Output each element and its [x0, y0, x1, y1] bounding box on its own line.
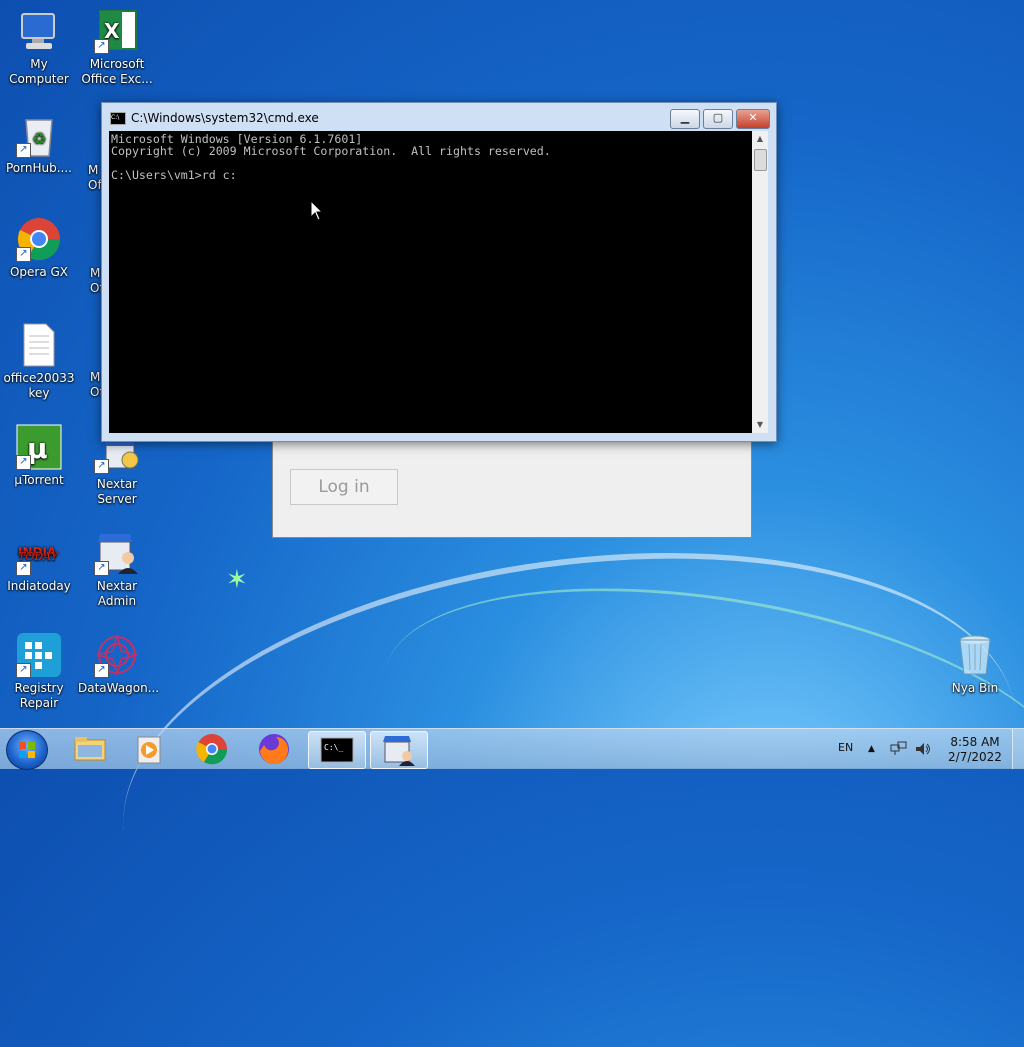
login-window: Log in — [272, 430, 752, 538]
taskbar-firefox[interactable] — [246, 731, 302, 767]
taskbar-chrome[interactable] — [184, 731, 240, 767]
shortcut-arrow-icon: ↗ — [94, 561, 109, 576]
desktop-icon-label: M — [90, 370, 101, 384]
nextar-icon — [383, 736, 415, 766]
desktop-icon-nya-bin[interactable]: Nya Bin — [936, 632, 1014, 696]
console-prompt-line: C:\Users\vm1>rd c: — [111, 168, 237, 182]
taskbar-cmd[interactable]: C:\_ — [308, 731, 366, 769]
text-file-icon — [16, 322, 62, 368]
vertical-scrollbar[interactable]: ▲ ▼ — [752, 131, 768, 433]
desktop-icon-excel[interactable]: X ↗ Microsoft Office Exc... — [78, 8, 156, 87]
desktop-icon-utorrent[interactable]: µ ↗ µTorrent — [0, 424, 78, 488]
maximize-icon: ▢ — [712, 111, 724, 124]
system-clock[interactable]: 8:58 AM 2/7/2022 — [940, 735, 1010, 765]
desktop-icon-label: Indiatoday — [7, 579, 71, 593]
computer-icon — [16, 8, 62, 54]
cmd-window[interactable]: C:\ C:\Windows\system32\cmd.exe ▁ ▢ ✕ Mi… — [101, 102, 777, 442]
desktop-icon-label: M — [90, 266, 101, 280]
chrome-icon: ↗ — [16, 216, 62, 262]
desktop-icon-nextar-admin[interactable]: ↗ Nextar Admin — [78, 530, 156, 609]
recycle-bin-full-icon: ♻ ↗ — [16, 112, 62, 158]
show-hidden-icons-chevron-icon[interactable]: ▲ — [868, 729, 880, 769]
wallpaper-leaf: ✶ — [226, 565, 248, 595]
nextar-admin-icon: ↗ — [94, 530, 140, 576]
clock-time: 8:58 AM — [950, 735, 1000, 749]
shortcut-arrow-icon: ↗ — [94, 459, 109, 474]
desktop-icon-my-computer[interactable]: My Computer — [0, 8, 78, 87]
desktop-icon-label: µTorrent — [14, 473, 64, 487]
datawagon-icon: ↗ — [94, 632, 140, 678]
desktop-icon-label: Nextar Server — [96, 477, 138, 506]
language-indicator[interactable]: EN — [838, 729, 858, 769]
login-button[interactable]: Log in — [290, 469, 398, 505]
india-today-icon: INDIA TODAY ↗ — [16, 530, 62, 576]
svg-text:♻: ♻ — [32, 129, 46, 148]
shortcut-arrow-icon: ↗ — [16, 663, 31, 678]
cmd-title-bar[interactable]: C:\ C:\Windows\system32\cmd.exe ▁ ▢ ✕ — [102, 103, 776, 131]
maximize-button[interactable]: ▢ — [703, 109, 733, 129]
desktop-icon-label: DataWagon... — [78, 681, 160, 695]
shortcut-arrow-icon: ↗ — [94, 663, 109, 678]
console-output[interactable]: Microsoft Windows [Version 6.1.7601] Cop… — [109, 131, 752, 433]
show-desktop-button[interactable] — [1012, 729, 1024, 769]
scroll-down-arrow-icon[interactable]: ▼ — [752, 417, 768, 433]
desktop-icon-label: Of — [88, 178, 102, 192]
minimize-button[interactable]: ▁ — [670, 109, 700, 129]
desktop-icon-opera-gx[interactable]: ↗ Opera GX — [0, 216, 78, 280]
close-button[interactable]: ✕ — [736, 109, 770, 129]
taskbar-file-explorer[interactable] — [62, 731, 118, 767]
desktop-icon-label: Nya Bin — [951, 681, 999, 695]
windows-logo-icon — [19, 742, 35, 758]
taskbar-media-player[interactable] — [122, 731, 178, 767]
desktop-icon-indiatoday[interactable]: INDIA TODAY ↗ Indiatoday — [0, 530, 78, 594]
desktop-icon-label: M — [88, 163, 99, 177]
desktop-icon-label: office20033 key — [3, 371, 75, 400]
shortcut-arrow-icon: ↗ — [16, 561, 31, 576]
clock-date: 2/7/2022 — [948, 750, 1002, 764]
desktop-icon-pornhub[interactable]: ♻ ↗ PornHub.... — [0, 112, 78, 176]
desktop-icon-office-key[interactable]: office20033 key — [0, 322, 78, 401]
desktop-icon-label: My Computer — [9, 57, 69, 86]
desktop-icon-label: Nextar Admin — [96, 579, 138, 608]
registry-repair-icon: ↗ — [16, 632, 62, 678]
shortcut-arrow-icon: ↗ — [16, 455, 31, 470]
cmd-icon: C:\_ — [320, 737, 354, 763]
shortcut-arrow-icon: ↗ — [16, 143, 31, 158]
svg-text:C:\_: C:\_ — [324, 743, 343, 752]
media-player-icon — [137, 736, 161, 764]
cmd-window-title: C:\Windows\system32\cmd.exe — [131, 111, 319, 125]
desktop-icon-label: Registry Repair — [14, 681, 64, 710]
excel-icon: X ↗ — [94, 8, 140, 54]
scroll-up-arrow-icon[interactable]: ▲ — [752, 131, 768, 147]
shortcut-arrow-icon: ↗ — [16, 247, 31, 262]
network-icon[interactable] — [890, 741, 908, 757]
desktop-icon-label: Opera GX — [9, 265, 69, 279]
desktop-icon-label: Microsoft Office Exc... — [81, 57, 153, 86]
utorrent-icon: µ ↗ — [16, 424, 62, 470]
recycle-bin-empty-icon — [952, 632, 998, 678]
desktop-icon-datawagon[interactable]: ↗ DataWagon... — [78, 632, 160, 696]
shortcut-arrow-icon: ↗ — [94, 39, 109, 54]
start-button[interactable] — [6, 730, 48, 770]
close-icon: ✕ — [748, 111, 758, 124]
scroll-thumb[interactable] — [754, 149, 767, 171]
taskbar-nextar[interactable] — [370, 731, 428, 769]
firefox-icon — [259, 734, 289, 765]
cmd-window-icon: C:\ — [110, 112, 126, 125]
volume-icon[interactable] — [914, 741, 932, 757]
taskbar: C:\_ EN ▲ 8:58 AM 2/7/2022 — [0, 728, 1024, 770]
file-explorer-icon — [74, 737, 106, 761]
mouse-pointer-icon — [310, 200, 324, 221]
minimize-icon: ▁ — [680, 111, 690, 124]
desktop-icon-label: PornHub.... — [6, 161, 72, 175]
chrome-icon — [196, 734, 228, 765]
console-line: Copyright (c) 2009 Microsoft Corporation… — [111, 144, 551, 158]
desktop-icon-registry-repair[interactable]: ↗ Registry Repair — [0, 632, 78, 711]
